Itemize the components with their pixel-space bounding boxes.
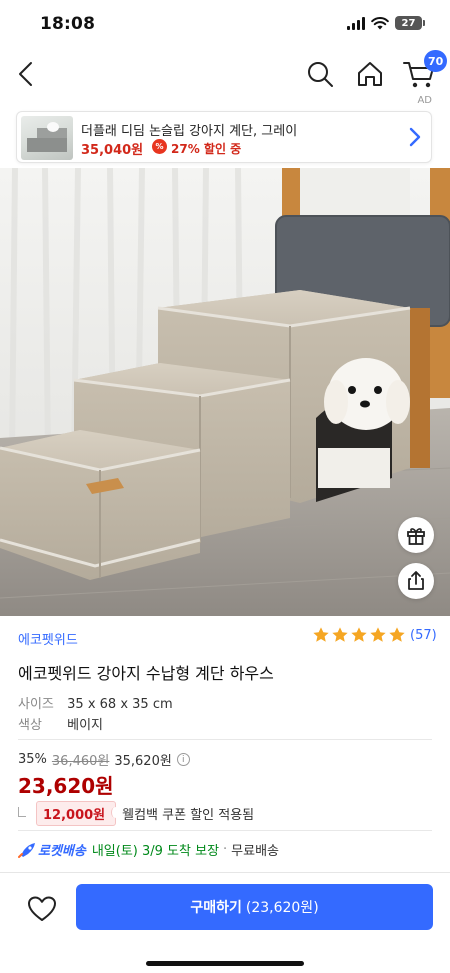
ad-discount: 27% 할인 중 [171, 142, 242, 156]
ad-banner[interactable]: 더플래 디딤 논슬립 강아지 계단, 그레이 35,040원 % 27% 할인 … [16, 111, 432, 163]
shipping-fee: 무료배송 [231, 844, 280, 859]
option-row-color: 색상 베이지 [18, 714, 103, 733]
option-row-size: 사이즈 35 x 68 x 35 cm [18, 693, 173, 712]
gift-button[interactable] [398, 517, 434, 553]
buy-button-label: 구매하기 [190, 900, 242, 916]
cart-count-badge: 70 [424, 50, 448, 72]
divider [18, 739, 432, 740]
share-icon [408, 571, 424, 590]
status-indicators: 27 [347, 16, 425, 30]
rocket-delivery-logo: 로켓배송 [38, 844, 86, 859]
rating-stars[interactable] [312, 626, 406, 644]
top-nav-bar: 70 [0, 50, 450, 100]
option-label: 사이즈 [18, 697, 54, 712]
divider [18, 830, 432, 831]
brand-link[interactable]: 에코펫위드 [18, 629, 78, 648]
star-icon [389, 627, 405, 642]
share-button[interactable] [398, 563, 434, 599]
heart-icon[interactable] [26, 893, 58, 925]
price-breakdown: 35% 36,460원 35,620원 i [18, 750, 190, 769]
arrival-guarantee: 내일(토) 3/9 도착 보장 [91, 844, 220, 859]
star-icon [313, 627, 329, 642]
chevron-right-icon [409, 127, 421, 147]
product-title: 에코펫위드 강아지 수납형 계단 하우스 [18, 664, 274, 683]
search-icon[interactable] [304, 58, 336, 90]
buy-button-price: (23,620원) [245, 900, 319, 916]
wifi-icon [371, 17, 389, 30]
battery-level: 27 [401, 17, 416, 29]
buy-button[interactable]: 구매하기 (23,620원) [76, 884, 433, 930]
ad-title: 더플래 디딤 논슬립 강아지 계단, 그레이 [81, 124, 298, 139]
gift-icon [407, 528, 425, 545]
original-price: 36,460원 [51, 754, 110, 769]
back-arrow-icon[interactable] [12, 58, 44, 90]
coupon-text: 웰컴백 쿠폰 할인 적용됨 [122, 808, 255, 823]
star-icon [370, 627, 386, 642]
product-image-gallery[interactable] [0, 168, 450, 616]
home-indicator [146, 961, 304, 966]
option-label: 색상 [18, 718, 42, 733]
final-price: 23,620원 [18, 774, 114, 798]
coupon-amount-badge: 12,000원 [36, 801, 120, 826]
coupon-row: 12,000원 웰컴백 쿠폰 할인 적용됨 [18, 801, 254, 826]
info-icon[interactable]: i [176, 753, 190, 766]
signal-icon [347, 16, 365, 30]
option-value: 35 x 68 x 35 cm [67, 697, 173, 712]
ad-thumbnail [21, 116, 73, 160]
status-time: 18:08 [40, 14, 96, 34]
separator: · [223, 842, 228, 857]
sale-price: 35,620원 [114, 754, 172, 769]
discount-rate: 35% [18, 752, 47, 767]
home-icon[interactable] [354, 58, 386, 90]
rocket-icon [18, 842, 35, 858]
star-icon [351, 627, 367, 642]
review-count-link[interactable]: (57) [410, 628, 437, 643]
indent-corner [18, 806, 26, 817]
sale-badge-icon: % [152, 139, 167, 154]
star-icon [332, 627, 348, 642]
option-value: 베이지 [67, 718, 104, 733]
bottom-action-bar: 구매하기 (23,620원) [0, 872, 450, 973]
ad-price: 35,040원 [81, 143, 144, 158]
product-photo [0, 168, 450, 616]
battery-icon: 27 [395, 16, 425, 30]
delivery-info: 로켓배송 내일(토) 3/9 도착 보장 · 무료배송 [18, 840, 279, 859]
ad-label: AD [417, 95, 432, 106]
status-bar: 18:08 27 [0, 0, 450, 50]
